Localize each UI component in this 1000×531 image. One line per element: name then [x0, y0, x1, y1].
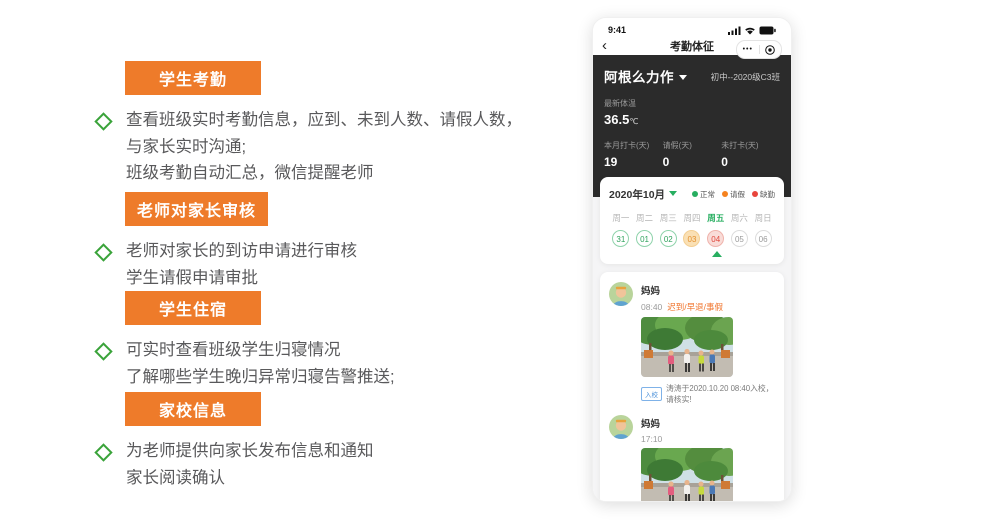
avatar: [609, 415, 633, 439]
status-time: 9:41: [608, 25, 627, 35]
selected-day-caret-icon: [711, 251, 722, 257]
status-legend: 正常 请假 缺勤: [692, 189, 775, 200]
feature-line: 与家长实时沟通;: [126, 137, 247, 156]
feature-line: 为老师提供向家长发布信息和通知: [126, 442, 374, 460]
weekday-label: 周日: [754, 213, 772, 223]
status-bar: 9:41: [593, 18, 791, 37]
weekday-label: 周六: [730, 213, 748, 223]
feature-line: 查看班级实时考勤信息，应到、未到人数、请假人数，: [126, 111, 522, 129]
legend-leave: 请假: [722, 189, 745, 200]
sender-name: 妈妈: [641, 419, 661, 430]
weekday-label: 周三: [659, 213, 677, 223]
stat-missed: 未打卡(天) 0: [721, 141, 759, 169]
diamond-bullet-icon: [94, 443, 113, 462]
student-selector[interactable]: 阿根么力作: [604, 66, 687, 87]
phone-mockup: 9:41 ‹ 考勤体征 ••• 阿根么力作 初中--2020级C3班 最新体温 …: [592, 17, 792, 502]
section-title-badge: 学生住宿: [125, 291, 261, 325]
diamond-bullet-icon: [94, 342, 113, 361]
feature-section-parent-review: 老师对家长审核 老师对家长的到访申请进行审核 学生请假申请审批: [94, 192, 575, 291]
student-name: 阿根么力作: [604, 70, 674, 85]
weekday-row: 周一 周二 周三 周四 周五 周六 周日: [609, 212, 775, 224]
more-dots-icon[interactable]: •••: [737, 46, 759, 53]
section-title-badge: 学生考勤: [125, 61, 261, 95]
month-selector[interactable]: 2020年10月: [609, 185, 678, 203]
section-text: 可实时查看班级学生归寝情况 了解哪些学生晚归异常归寝告警推送;: [126, 337, 395, 390]
verify-message-row: 入校 涛涛于2020.10.20 08:40入校，请核实!: [641, 383, 775, 405]
stat-leave: 请假(天) 0: [662, 141, 692, 169]
section-text: 老师对家长的到访申请进行审核 学生请假申请审批: [126, 238, 357, 291]
entry-time: 17:10: [641, 434, 663, 444]
timeline-entry: 妈妈 08:40 迟到/早退/事假 入校 涛涛于2020.10.20 08:40…: [609, 282, 775, 405]
feature-line: 老师对家长的到访申请进行审核: [126, 242, 357, 260]
feature-line: 学生请假申请审批: [126, 268, 258, 287]
verify-message: 涛涛于2020.10.20 08:40入校，请核实!: [666, 384, 774, 404]
legend-normal: 正常: [692, 189, 715, 200]
month-label: 2020年10月: [609, 189, 666, 201]
red-dot-icon: [752, 191, 758, 197]
entry-tag-badge: 入校: [641, 387, 662, 401]
stats-row: 本月打卡(天) 19 请假(天) 0 未打卡(天) 0: [604, 140, 780, 169]
feature-section-attendance: 学生考勤 查看班级实时考勤信息，应到、未到人数、请假人数， 与家长实时沟通; 班…: [94, 61, 575, 187]
avatar: [609, 282, 633, 306]
timeline-entry: 妈妈 17:10: [609, 415, 775, 501]
student-summary-header: 阿根么力作 初中--2020级C3班 最新体温 36.5℃ 本月打卡(天) 19…: [593, 55, 791, 197]
signal-icon: [728, 26, 741, 35]
temperature-label: 最新体温: [604, 99, 636, 108]
timeline-card: 妈妈 08:40 迟到/早退/事假 入校 涛涛于2020.10.20 08:40…: [600, 272, 784, 501]
battery-icon: [759, 26, 776, 34]
day-cell[interactable]: 03: [683, 230, 701, 247]
attendance-photo[interactable]: [641, 317, 733, 377]
section-text: 查看班级实时考勤信息，应到、未到人数、请假人数， 与家长实时沟通; 班级考勤自动…: [126, 107, 522, 187]
day-cell[interactable]: 06: [754, 230, 772, 247]
green-dot-icon: [692, 191, 698, 197]
legend-absent: 缺勤: [752, 189, 775, 200]
day-cell[interactable]: 01: [636, 230, 654, 247]
chevron-down-icon: [679, 75, 687, 81]
day-cell[interactable]: 05: [730, 230, 748, 247]
close-target-icon[interactable]: [760, 44, 782, 55]
wifi-icon: [745, 27, 755, 34]
phone-body: 2020年10月 正常 请假 缺勤 周一 周二 周三 周四 周五 周六 周日 3…: [593, 177, 791, 501]
class-name: 初中--2020级C3班: [710, 71, 780, 82]
feature-section-dormitory: 学生住宿 可实时查看班级学生归寝情况 了解哪些学生晚归异常归寝告警推送;: [94, 291, 575, 390]
entry-time: 08:40: [641, 302, 663, 312]
calendar-card: 2020年10月 正常 请假 缺勤 周一 周二 周三 周四 周五 周六 周日 3…: [600, 177, 784, 264]
section-text: 为老师提供向家长发布信息和通知 家长阅读确认: [126, 438, 374, 491]
attendance-photo[interactable]: [641, 448, 733, 501]
miniprogram-capsule: •••: [736, 40, 782, 59]
stat-checked-in: 本月打卡(天) 19: [604, 141, 650, 169]
diamond-bullet-icon: [94, 243, 113, 262]
feature-line: 可实时查看班级学生归寝情况: [126, 341, 341, 359]
day-cell[interactable]: 31: [612, 230, 630, 247]
feature-line: 了解哪些学生晚归异常归寝告警推送;: [126, 367, 395, 386]
day-cell[interactable]: 02: [659, 230, 677, 247]
entry-status: 迟到/早退/事假: [667, 302, 724, 312]
section-title-badge: 家校信息: [125, 392, 261, 426]
sender-name: 妈妈: [641, 286, 661, 297]
weekday-label: 周一: [612, 213, 630, 223]
feature-line: 家长阅读确认: [126, 468, 225, 487]
days-row: 31 01 02 03 04 05 06: [609, 230, 775, 247]
orange-dot-icon: [722, 191, 728, 197]
weekday-label: 周四: [683, 213, 701, 223]
section-title-badge: 老师对家长审核: [125, 192, 269, 226]
day-cell-selected[interactable]: 04: [707, 230, 725, 247]
chevron-down-icon: [669, 191, 678, 197]
nav-bar: ‹ 考勤体征 •••: [593, 37, 791, 59]
feature-line: 班级考勤自动汇总，微信提醒老师: [126, 164, 374, 182]
feature-section-school-info: 家校信息 为老师提供向家长发布信息和通知 家长阅读确认: [94, 392, 575, 491]
temperature-value: 36.5℃: [604, 112, 639, 127]
diamond-bullet-icon: [94, 112, 113, 131]
weekday-label-active: 周五: [707, 213, 725, 223]
weekday-label: 周二: [636, 213, 654, 223]
